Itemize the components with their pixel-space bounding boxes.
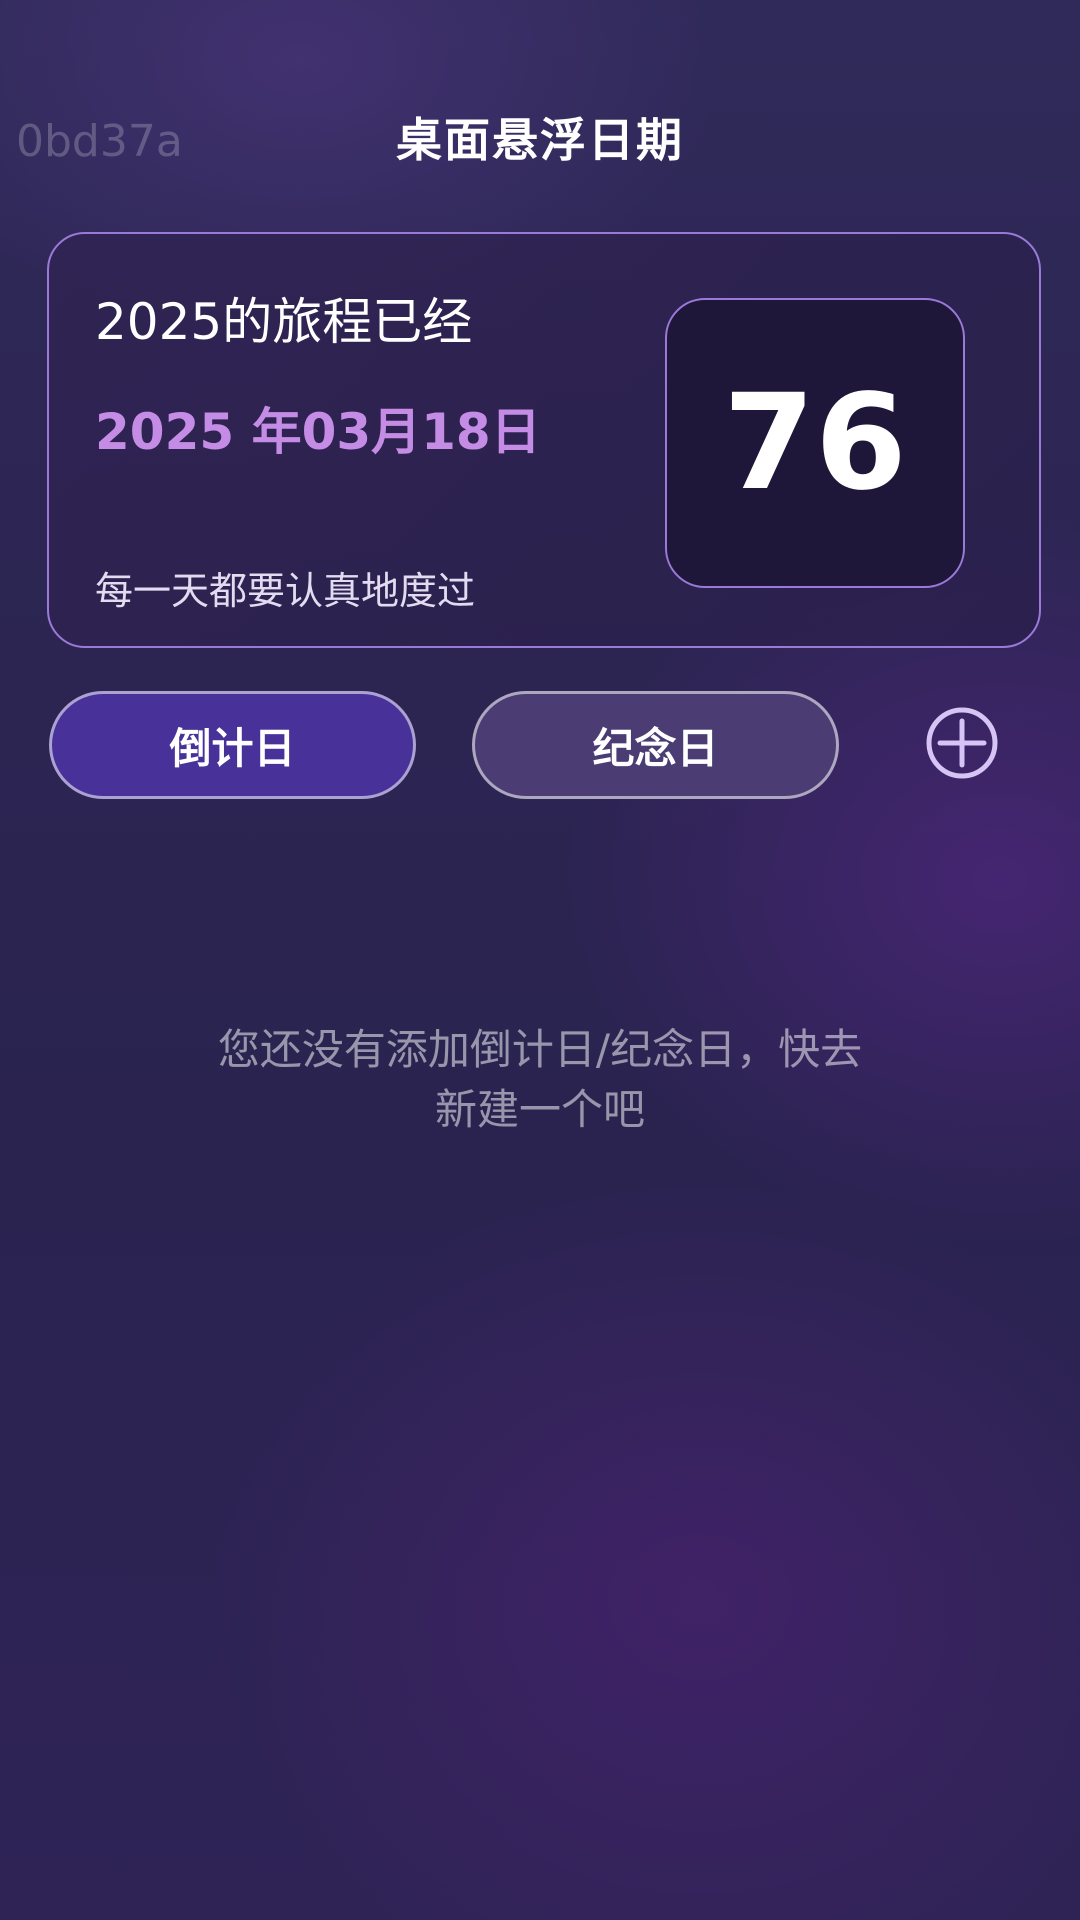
tab-countdown[interactable]: 倒计日 [49, 691, 416, 799]
card-motto: 每一天都要认真地度过 [95, 569, 476, 613]
current-date: 2025 年03月18日 [95, 403, 541, 461]
days-count-box: 76 [665, 298, 965, 588]
empty-state-line-2: 新建一个吧 [434, 1085, 645, 1134]
page-title: 桌面悬浮日期 [396, 113, 684, 167]
days-count: 76 [723, 366, 907, 520]
tab-anniversary[interactable]: 纪念日 [472, 691, 839, 799]
plus-circle-icon [926, 707, 998, 779]
year-progress-card[interactable]: 2025的旅程已经 2025 年03月18日 每一天都要认真地度过 76 [47, 232, 1041, 648]
empty-state-message: 您还没有添加倒计日/纪念日，快去 新建一个吧 [140, 1020, 940, 1140]
empty-state-line-1: 您还没有添加倒计日/纪念日，快去 [217, 1025, 863, 1074]
add-button[interactable] [924, 705, 1000, 781]
card-headline: 2025的旅程已经 [95, 293, 473, 351]
